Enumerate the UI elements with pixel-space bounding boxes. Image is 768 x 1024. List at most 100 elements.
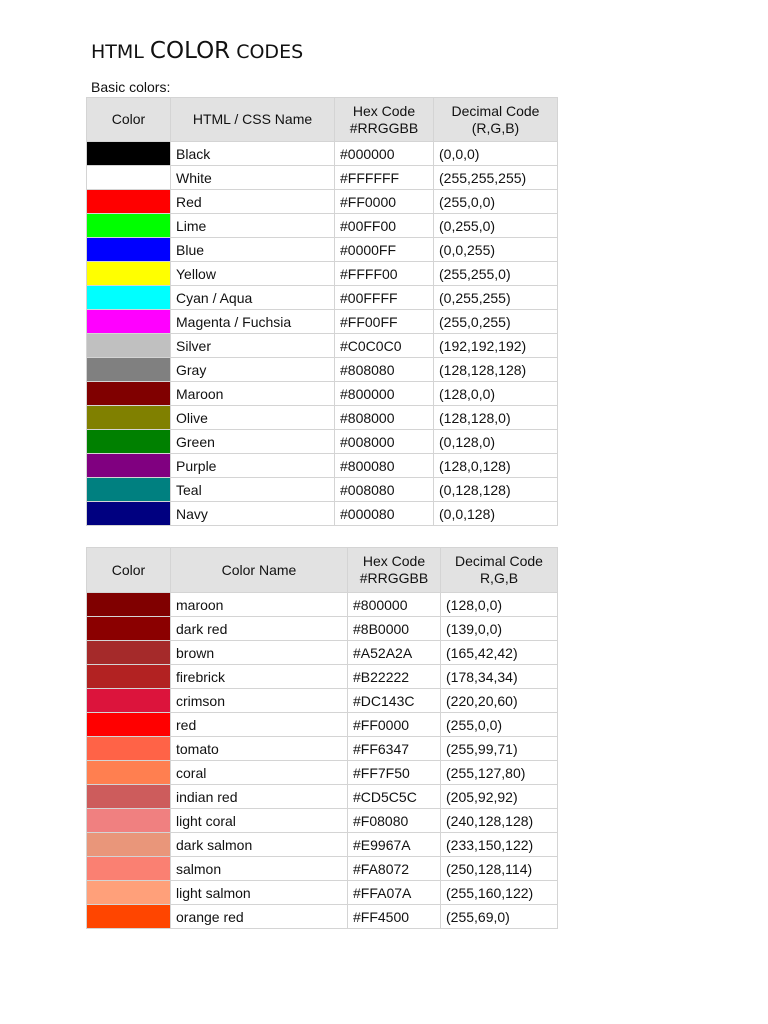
table-row: Black #000000 (0,0,0) [86, 141, 558, 166]
cell-name: light coral [170, 808, 348, 833]
basic-colors-label: Basic colors: [91, 79, 171, 95]
color-swatch [86, 213, 171, 238]
color-swatch [86, 477, 171, 502]
color-swatch [86, 856, 171, 881]
cell-dec: (233,150,122) [440, 832, 558, 857]
color-swatch [86, 880, 171, 905]
column-header: Decimal Code R,G,B [440, 547, 558, 593]
color-swatch [86, 736, 171, 761]
cell-name: Maroon [170, 381, 335, 406]
color-swatch [86, 405, 171, 430]
cell-name: firebrick [170, 664, 348, 689]
table-row: indian red #CD5C5C (205,92,92) [86, 784, 558, 809]
color-swatch [86, 592, 171, 617]
color-swatch [86, 688, 171, 713]
color-swatch [86, 640, 171, 665]
cell-name: red [170, 712, 348, 737]
cell-name: salmon [170, 856, 348, 881]
table-row: Maroon #800000 (128,0,0) [86, 381, 558, 406]
cell-hex: #008000 [334, 429, 434, 454]
cell-name: light salmon [170, 880, 348, 905]
table-row: Purple #800080 (128,0,128) [86, 453, 558, 478]
cell-name: dark red [170, 616, 348, 641]
title-color: COLOR [149, 38, 231, 64]
cell-hex: #008080 [334, 477, 434, 502]
cell-name: crimson [170, 688, 348, 713]
table-row: Red #FF0000 (255,0,0) [86, 189, 558, 214]
cell-hex: #B22222 [347, 664, 441, 689]
cell-hex: #FF00FF [334, 309, 434, 334]
column-header: Color Name [170, 547, 348, 593]
cell-name: Navy [170, 501, 335, 526]
cell-name: Gray [170, 357, 335, 382]
cell-name: Red [170, 189, 335, 214]
cell-name: coral [170, 760, 348, 785]
cell-hex: #A52A2A [347, 640, 441, 665]
cell-hex: #808080 [334, 357, 434, 382]
cell-hex: #000000 [334, 141, 434, 166]
color-swatch [86, 712, 171, 737]
color-swatch [86, 333, 171, 358]
cell-dec: (220,20,60) [440, 688, 558, 713]
title-codes: CODES [230, 41, 304, 63]
cell-name: Purple [170, 453, 335, 478]
cell-hex: #E9967A [347, 832, 441, 857]
color-swatch [86, 616, 171, 641]
cell-hex: #800000 [334, 381, 434, 406]
cell-dec: (255,255,255) [433, 165, 558, 190]
table-row: Navy #000080 (0,0,128) [86, 501, 558, 526]
cell-dec: (0,255,255) [433, 285, 558, 310]
cell-hex: #8B0000 [347, 616, 441, 641]
cell-dec: (255,255,0) [433, 261, 558, 286]
color-swatch [86, 309, 171, 334]
cell-name: brown [170, 640, 348, 665]
cell-dec: (250,128,114) [440, 856, 558, 881]
table-row: Silver #C0C0C0 (192,192,192) [86, 333, 558, 358]
color-swatch [86, 237, 171, 262]
cell-dec: (255,99,71) [440, 736, 558, 761]
cell-hex: #800080 [334, 453, 434, 478]
color-swatch [86, 261, 171, 286]
color-swatch [86, 357, 171, 382]
cell-dec: (240,128,128) [440, 808, 558, 833]
cell-dec: (128,0,0) [433, 381, 558, 406]
cell-hex: #FF7F50 [347, 760, 441, 785]
cell-hex: #FF0000 [347, 712, 441, 737]
column-header: Color [86, 97, 171, 142]
cell-hex: #000080 [334, 501, 434, 526]
cell-dec: (0,0,0) [433, 141, 558, 166]
table-row: coral #FF7F50 (255,127,80) [86, 760, 558, 785]
red-colors-table: Color Color Name Hex Code #RRGGBB Decimal C… [86, 547, 558, 929]
table-row: Teal #008080 (0,128,128) [86, 477, 558, 502]
table-row: Gray #808080 (128,128,128) [86, 357, 558, 382]
cell-dec: (255,0,0) [440, 712, 558, 737]
cell-dec: (192,192,192) [433, 333, 558, 358]
cell-name: indian red [170, 784, 348, 809]
cell-name: Silver [170, 333, 335, 358]
cell-hex: #FF6347 [347, 736, 441, 761]
color-swatch [86, 165, 171, 190]
cell-name: White [170, 165, 335, 190]
table-row: Blue #0000FF (0,0,255) [86, 237, 558, 262]
column-header: Hex Code #RRGGBB [347, 547, 441, 593]
cell-hex: #FA8072 [347, 856, 441, 881]
table-row: light salmon #FFA07A (255,160,122) [86, 880, 558, 905]
color-swatch [86, 832, 171, 857]
table-row: crimson #DC143C (220,20,60) [86, 688, 558, 713]
cell-dec: (0,128,0) [433, 429, 558, 454]
table-header-row: Color Color Name Hex Code #RRGGBB Decimal C… [86, 547, 558, 593]
table-row: tomato #FF6347 (255,99,71) [86, 736, 558, 761]
color-swatch [86, 904, 171, 929]
cell-dec: (0,0,128) [433, 501, 558, 526]
table-row: orange red #FF4500 (255,69,0) [86, 904, 558, 929]
cell-name: dark salmon [170, 832, 348, 857]
cell-name: maroon [170, 592, 348, 617]
table-row: Lime #00FF00 (0,255,0) [86, 213, 558, 238]
cell-hex: #F08080 [347, 808, 441, 833]
cell-name: Magenta / Fuchsia [170, 309, 335, 334]
cell-hex: #FF0000 [334, 189, 434, 214]
table-row: Yellow #FFFF00 (255,255,0) [86, 261, 558, 286]
cell-name: Lime [170, 213, 335, 238]
color-swatch [86, 285, 171, 310]
table-row: salmon #FA8072 (250,128,114) [86, 856, 558, 881]
